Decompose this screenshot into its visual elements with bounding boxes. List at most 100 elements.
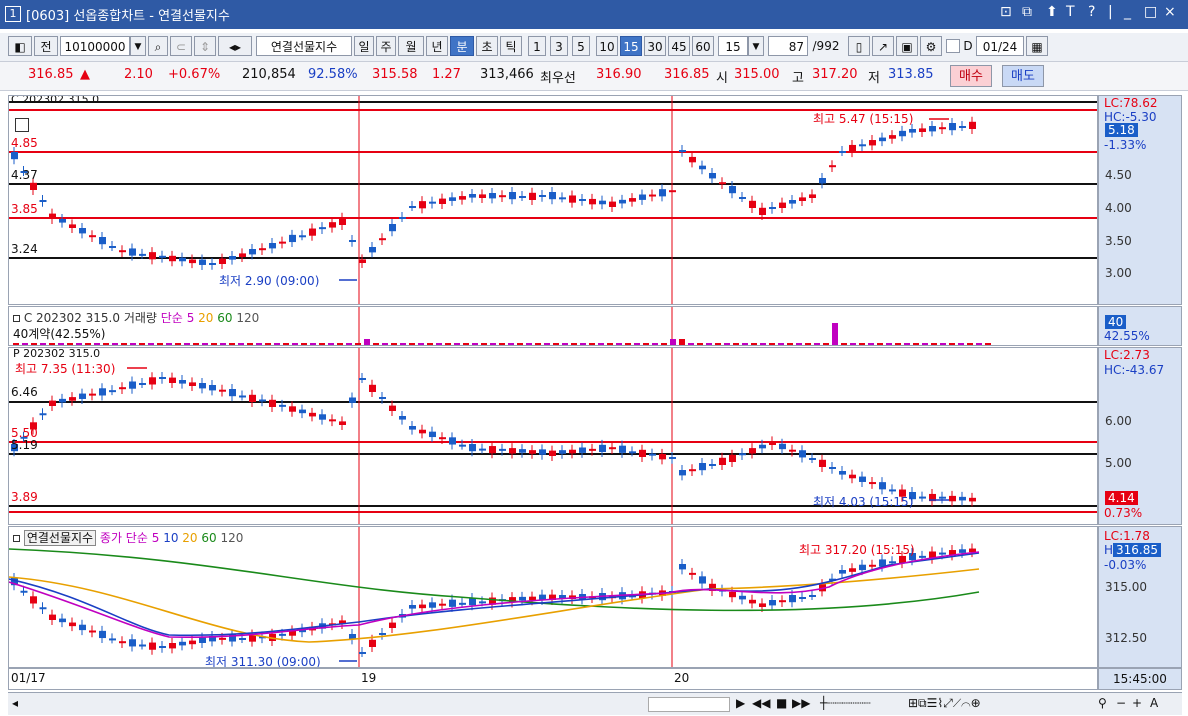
best-bid: 316.85	[664, 67, 710, 82]
link-icon[interactable]: ⊂	[170, 36, 192, 56]
calendar-icon[interactable]: ▦	[1026, 36, 1048, 56]
candle	[899, 130, 906, 137]
updown-icon[interactable]: ⇕	[194, 36, 216, 56]
volume-pane[interactable]: C 202302 315.0 거래량 단순 5 20 60 120 40계약(4…	[8, 306, 1098, 346]
fast-forward-icon[interactable]: ▶▶	[792, 696, 810, 710]
x-axis: 01/17 19 20	[8, 668, 1098, 690]
call-hc: HC:-5.30	[1104, 110, 1157, 124]
close-icon[interactable]: ×	[1164, 4, 1176, 20]
trendline-icon[interactable]: ↗	[872, 36, 894, 56]
candle	[219, 258, 226, 264]
interval-5[interactable]: 5	[572, 36, 590, 56]
interval-input[interactable]: 15	[718, 36, 748, 56]
volume-bar	[391, 343, 397, 345]
period-tick[interactable]: 틱	[500, 36, 522, 56]
call-level-4-37: 4.37	[11, 168, 38, 182]
period-year[interactable]: 년	[426, 36, 448, 56]
restore-icon[interactable]: ⊡	[1000, 4, 1012, 20]
search-zoom-icon[interactable]: ⚲	[1098, 696, 1107, 710]
mode-button[interactable]: 전	[34, 36, 58, 56]
interval-1[interactable]: 1	[528, 36, 546, 56]
rewind-icon[interactable]: ◀◀	[752, 696, 770, 710]
candle	[959, 496, 966, 501]
save-icon[interactable]: ▣	[896, 36, 918, 56]
volume-bar	[328, 343, 334, 345]
date-input[interactable]: 01/24	[976, 36, 1024, 56]
volume-bar	[742, 343, 748, 345]
future-chart-pane[interactable]: 연결선물지수 종가 단순 5 10 20 60 120 최고 317.20 (1…	[8, 526, 1098, 668]
drawing-tools-icon[interactable]: ⊞⧉☰⌇⤢⟋⌒⊕	[908, 696, 981, 711]
zoom-slider-icon[interactable]: ┼┈┈┈┈┈┈	[820, 696, 871, 710]
moving-average-line	[9, 551, 980, 639]
text-tool-icon[interactable]: A	[1150, 696, 1158, 710]
indicator-icon[interactable]: ▯	[848, 36, 870, 56]
candle	[739, 595, 746, 600]
zoom-in-icon[interactable]: +	[1132, 696, 1142, 710]
call-current: 5.18	[1105, 123, 1138, 137]
period-second[interactable]: 초	[476, 36, 498, 56]
interval-dropdown-icon[interactable]: ▼	[748, 36, 764, 56]
interval-30[interactable]: 30	[644, 36, 666, 56]
cascade-icon[interactable]: ⧉	[1022, 4, 1032, 20]
candle	[869, 482, 876, 485]
maximize-icon[interactable]: □	[1144, 4, 1157, 20]
period-week[interactable]: 주	[376, 36, 396, 56]
put-chart-pane[interactable]: P 202302 315.0 최고 7.35 (11:30) 6.46 5.50…	[8, 347, 1098, 525]
period-day[interactable]: 일	[354, 36, 374, 56]
candle	[299, 235, 306, 238]
interval-60[interactable]: 60	[692, 36, 714, 56]
candle	[539, 195, 546, 197]
dropdown-icon[interactable]: ▼	[130, 36, 146, 56]
volume-bar	[103, 343, 109, 345]
count-input[interactable]: 87	[768, 36, 808, 56]
candle	[49, 400, 56, 406]
candle	[609, 201, 616, 207]
pin-icon[interactable]: ⬆	[1046, 4, 1058, 20]
period-minute[interactable]: 분	[450, 36, 474, 56]
volume-bar	[940, 343, 946, 345]
stop-icon[interactable]: ■	[776, 696, 787, 710]
interval-3[interactable]: 3	[550, 36, 568, 56]
candle	[379, 397, 386, 399]
play-icon[interactable]: ▶	[736, 696, 745, 710]
zoom-out-icon[interactable]: −	[1116, 696, 1126, 710]
candle	[699, 463, 706, 471]
candle	[769, 441, 776, 445]
nav-icon[interactable]: ◂▸	[218, 36, 252, 56]
candle	[409, 426, 416, 430]
call-level-3-24: 3.24	[11, 242, 38, 256]
font-icon[interactable]: T	[1066, 4, 1075, 20]
put-axis: LC:2.73 HC:-43.67 6.00 5.00 4.14 0.73%	[1098, 347, 1182, 525]
gear-icon[interactable]: ⚙	[920, 36, 942, 56]
candle	[479, 601, 486, 604]
future-chart-svg	[9, 527, 980, 667]
layout-icon[interactable]: ◧	[8, 36, 32, 56]
volume-bar	[670, 339, 676, 345]
table-icon[interactable]	[15, 118, 29, 132]
period-month[interactable]: 월	[398, 36, 424, 56]
scroll-thumb[interactable]	[648, 697, 730, 712]
minimize-icon[interactable]: _	[1124, 4, 1131, 20]
interval-45[interactable]: 45	[668, 36, 690, 56]
buy-button[interactable]: 매수	[950, 65, 992, 87]
call-chart-pane[interactable]: C 202302 315.0 4.85 4.37 3.85 3.24 최고 5.…	[8, 95, 1098, 305]
put-chart-svg	[9, 348, 1097, 524]
future-legend[interactable]: 연결선물지수	[23, 530, 97, 546]
item-name-field[interactable]: 연결선물지수	[256, 36, 352, 56]
candle	[139, 644, 146, 647]
volume-bar	[499, 343, 505, 345]
volume-bar	[904, 343, 910, 345]
help-icon[interactable]: ?	[1088, 4, 1095, 20]
volume-bar	[859, 343, 865, 345]
candle	[609, 447, 616, 450]
scroll-left-icon[interactable]: ◂	[12, 696, 18, 710]
volume-bar	[688, 343, 694, 345]
candle	[99, 630, 106, 639]
search-icon[interactable]: ⌕	[148, 36, 168, 56]
candle	[909, 129, 916, 133]
checkbox[interactable]	[946, 39, 960, 53]
interval-15[interactable]: 15	[620, 36, 642, 56]
code-input[interactable]: 10100000	[60, 36, 130, 56]
interval-10[interactable]: 10	[596, 36, 618, 56]
sell-button[interactable]: 매도	[1002, 65, 1044, 87]
